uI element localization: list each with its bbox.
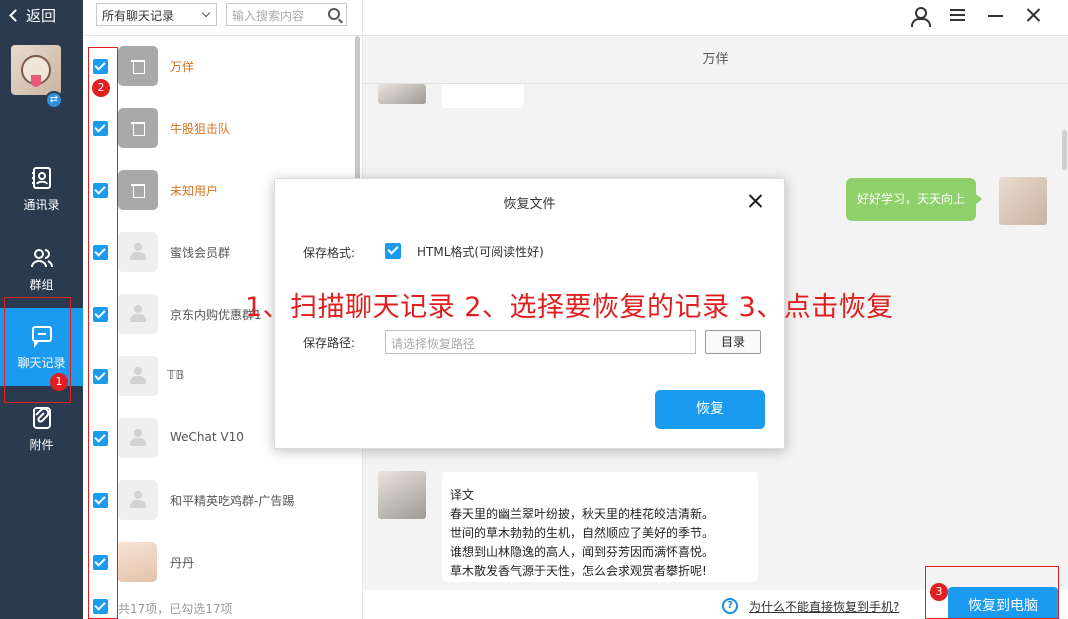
- list-item[interactable]: 牛股狙击队: [83, 98, 355, 160]
- minimize-icon[interactable]: [985, 5, 1006, 26]
- person-icon: [130, 429, 146, 447]
- chevron-left-icon: [9, 9, 22, 22]
- tutorial-instruction: 1、扫描聊天记录 2、选择要恢复的记录 3、点击恢复: [245, 292, 894, 323]
- avatar: [118, 480, 158, 520]
- deleted-avatar: [118, 46, 158, 86]
- close-icon[interactable]: [1023, 5, 1044, 26]
- help-link[interactable]: 为什么不能直接恢复到手机?: [749, 598, 899, 615]
- contacts-icon: [31, 166, 51, 189]
- chat-scrollbar[interactable]: [1062, 130, 1067, 170]
- contact-name: WeChat V10: [170, 430, 244, 444]
- trash-icon: [131, 183, 145, 198]
- swap-account-icon[interactable]: ⇄: [45, 91, 63, 109]
- avatar: [117, 542, 157, 582]
- directory-button[interactable]: 目录: [705, 330, 761, 354]
- attachment-icon: [32, 406, 51, 429]
- step-badge: 2: [92, 79, 110, 97]
- message-line: 春天里的幽兰翠叶纷披，秋天里的桂花皎洁清新。: [450, 507, 715, 521]
- back-button[interactable]: 返回: [8, 5, 56, 26]
- nav-label-attachments: 附件: [29, 437, 54, 452]
- dialog-title: 恢复文件: [503, 197, 556, 212]
- chevron-down-icon: [201, 8, 211, 18]
- search-placeholder: 输入搜索内容: [232, 9, 305, 23]
- avatar: [118, 356, 158, 396]
- record-filter-value: 所有聊天记录: [102, 9, 175, 23]
- close-icon[interactable]: [747, 192, 765, 210]
- format-label: 保存格式:: [303, 246, 356, 260]
- sender-avatar: [378, 84, 426, 104]
- list-item[interactable]: 万佯: [83, 36, 355, 98]
- html-format-label[interactable]: HTML格式(可阅读性好): [417, 243, 544, 260]
- contact-name: 万佯: [170, 60, 195, 74]
- contact-name: 蜜饯会员群: [170, 246, 231, 260]
- outgoing-message: 好好学习，天天向上: [846, 178, 983, 221]
- html-format-checkbox[interactable]: [385, 243, 401, 259]
- list-item[interactable]: 丹丹: [83, 532, 355, 594]
- user-avatar[interactable]: [11, 45, 61, 95]
- save-path-input[interactable]: 请选择恢复路径: [385, 330, 696, 354]
- window-controls: [909, 0, 1068, 30]
- person-icon: [130, 305, 146, 323]
- back-label: 返回: [26, 7, 57, 25]
- trash-icon: [131, 59, 145, 74]
- message-heading: 译文: [450, 488, 475, 502]
- nav-item-contacts[interactable]: 通讯录: [0, 150, 83, 228]
- contact-name: 未知用户: [170, 184, 219, 198]
- avatar: [118, 294, 158, 334]
- list-item[interactable]: 和平精英吃鸡群-广告踢: [83, 470, 355, 532]
- person-icon: [130, 491, 146, 509]
- search-icon[interactable]: [328, 8, 340, 20]
- save-path-placeholder: 请选择恢复路径: [391, 337, 476, 351]
- my-avatar: [999, 177, 1047, 225]
- step-badge: 1: [50, 373, 68, 391]
- selection-count: 共17项，已勾选17项: [118, 602, 233, 616]
- avatar: [118, 232, 158, 272]
- record-filter-select[interactable]: 所有聊天记录: [96, 3, 217, 26]
- group-icon: [30, 248, 53, 267]
- sender-avatar: [378, 471, 426, 519]
- contact-name: 和平精英吃鸡群-广告踢: [170, 494, 295, 508]
- deleted-avatar: [118, 170, 158, 210]
- nav-label-contacts: 通讯录: [23, 197, 60, 212]
- person-icon: [130, 367, 146, 385]
- nav-label-groups: 群组: [29, 277, 54, 292]
- message-bubble-partial: [442, 84, 524, 108]
- account-icon[interactable]: [909, 5, 931, 27]
- restore-button[interactable]: 恢复: [655, 390, 765, 429]
- contact-name: 丹丹: [170, 556, 195, 570]
- contact-name: 牛股狙击队: [170, 122, 231, 136]
- chat-title: 万佯: [363, 36, 1068, 84]
- contact-name: 𝕋𝔹: [167, 368, 185, 382]
- list-scrollbar[interactable]: [355, 36, 360, 196]
- step-badge: 3: [930, 583, 948, 601]
- help-icon[interactable]: ?: [722, 598, 738, 614]
- message-line: 谁想到山林隐逸的高人，闻到芬芳因而满怀喜悦。: [450, 545, 715, 559]
- avatar: [118, 418, 158, 458]
- trash-icon: [131, 121, 145, 136]
- highlight-checkboxes: [88, 47, 118, 619]
- message-line: 世间的草木勃勃的生机，自然顺应了美好的季节。: [450, 526, 715, 540]
- incoming-message: 译文 春天里的幽兰翠叶纷披，秋天里的桂花皎洁清新。 世间的草木勃勃的生机，自然顺…: [442, 472, 758, 582]
- search-input[interactable]: 输入搜索内容: [226, 3, 347, 26]
- person-icon: [130, 243, 146, 261]
- deleted-avatar: [118, 108, 158, 148]
- path-label: 保存路径:: [303, 336, 356, 350]
- menu-icon[interactable]: [947, 5, 968, 26]
- list-footer: 共17项，已勾选17项: [83, 590, 363, 619]
- message-line: 草木散发香气源于天性，怎么会求观赏者攀折呢!: [450, 564, 707, 578]
